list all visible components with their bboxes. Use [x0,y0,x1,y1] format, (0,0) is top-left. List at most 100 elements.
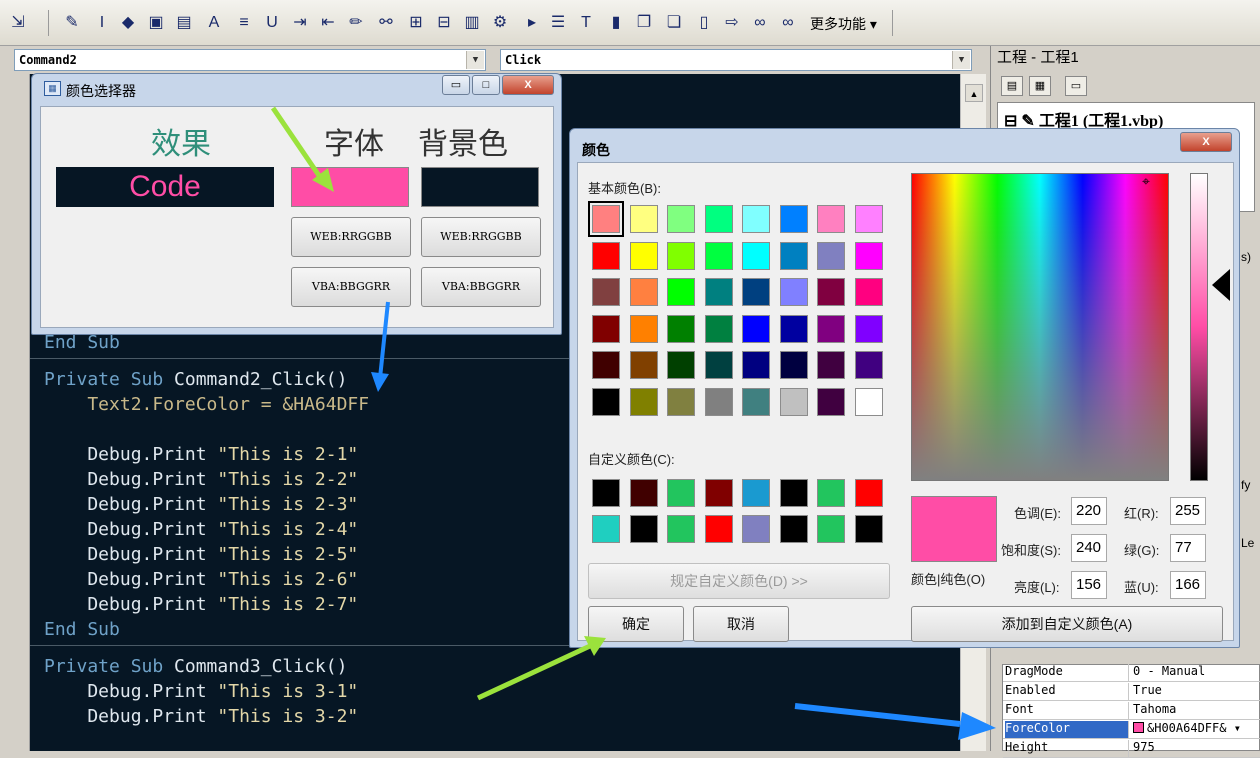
basic-color-cell[interactable] [742,205,770,233]
red-input[interactable]: 255 [1170,497,1206,525]
property-value[interactable]: 975 [1133,740,1259,757]
basic-color-cell[interactable] [817,314,845,343]
toggle-folders-icon[interactable]: ▭ [1065,76,1087,96]
property-row[interactable]: Font Tahoma [1003,701,1260,720]
custom-color-cell[interactable] [592,479,620,507]
basic-color-cell[interactable] [817,351,845,379]
hue-input[interactable]: 220 [1071,497,1107,525]
custom-color-cell[interactable] [667,515,695,543]
indent-icon[interactable]: ⇥ [290,12,310,34]
basic-color-cell[interactable] [704,351,733,379]
chevron-down-icon[interactable]: ▼ [952,51,970,69]
text-size-icon[interactable]: T [576,12,596,34]
binocular-icon[interactable]: ∞ [750,12,770,34]
more-functions-button[interactable]: 更多功能 ▾ [810,14,877,34]
basic-color-cell[interactable] [629,205,658,233]
basic-color-cell[interactable] [629,387,658,416]
binocular2-icon[interactable]: ∞ [778,12,798,34]
font-web-button[interactable]: WEB:RRGGBB [291,217,411,257]
chevron-down-icon[interactable]: ▼ [466,51,484,69]
luminance-slider[interactable] [1190,173,1208,481]
basic-color-cell[interactable] [704,205,733,233]
custom-color-cell[interactable] [667,479,695,507]
scroll-up-icon[interactable]: ▲ [965,84,983,102]
property-value[interactable]: &H00A64DFF& ▾ [1133,721,1259,738]
run-icon[interactable]: ▸ [522,12,542,34]
basic-color-cell[interactable] [667,278,695,306]
basic-color-cell[interactable] [854,387,883,416]
layout-icon[interactable]: ▥ [462,12,482,34]
basic-color-cell[interactable] [817,387,845,416]
luminance-input[interactable]: 156 [1071,571,1107,599]
code-line[interactable]: Debug.Print "This is 2-6" [44,567,358,592]
basic-color-cell[interactable] [779,387,808,416]
page-icon[interactable]: ▯ [694,12,714,34]
basic-color-cell[interactable] [854,205,883,233]
basic-color-cell[interactable] [742,351,770,379]
basic-color-cell[interactable] [854,278,883,306]
list-icon[interactable]: ☰ [548,12,568,34]
code-line[interactable]: Debug.Print "This is 2-7" [44,592,358,617]
view-object-icon[interactable]: ▦ [1029,76,1051,96]
basic-color-cell[interactable] [854,351,883,379]
basic-color-cell[interactable] [704,241,733,270]
table-icon[interactable]: ⊟ [434,12,454,34]
basic-color-cell[interactable] [817,205,845,233]
preview-text-box[interactable]: Code [56,167,274,207]
property-row[interactable]: DragMode 0 - Manual [1003,663,1260,682]
basic-color-cell[interactable] [592,278,620,306]
basic-color-cell[interactable] [742,387,770,416]
chevron-down-icon[interactable]: ▾ [1226,721,1241,735]
basic-color-cell[interactable] [779,278,808,306]
close-button[interactable]: X [1180,132,1232,152]
background-color-swatch[interactable] [421,167,539,207]
slider-pointer-icon[interactable] [1212,269,1230,301]
object-combo[interactable]: Command2 ▼ [14,49,486,71]
basic-color-cell[interactable] [629,241,658,270]
link-icon[interactable]: ⚯ [376,12,396,34]
code-line[interactable]: End Sub [44,617,120,642]
basic-color-cell[interactable] [742,314,770,343]
font-vba-button[interactable]: VBA:BBGGRR [291,267,411,307]
background-web-button[interactable]: WEB:RRGGBB [421,217,541,257]
basic-color-cell[interactable] [667,387,695,416]
custom-color-cell[interactable] [592,515,620,543]
basic-color-cell[interactable] [817,278,845,306]
basic-color-cell[interactable] [667,205,695,233]
basic-color-cell[interactable] [592,387,620,416]
basic-color-cell[interactable] [592,351,620,379]
code-line[interactable]: Debug.Print "This is 2-2" [44,467,358,492]
code-line[interactable]: Debug.Print "This is 3-2" [44,704,358,729]
procedure-combo[interactable]: Click ▼ [500,49,972,71]
export-icon[interactable]: ⇨ [722,12,742,34]
basic-color-cell[interactable] [779,205,808,233]
basic-color-cell[interactable] [592,241,620,270]
custom-color-cell[interactable] [742,479,770,507]
basic-color-cell[interactable] [667,351,695,379]
italic-icon[interactable]: I [92,12,112,34]
view-code-icon[interactable]: ▤ [1001,76,1023,96]
maximize-button[interactable]: □ [472,75,500,95]
basic-color-cell[interactable] [854,241,883,270]
add-to-custom-colors-button[interactable]: 添加到自定义颜色(A) [911,606,1223,642]
property-value[interactable]: True [1133,683,1259,700]
code-line[interactable]: Debug.Print "This is 2-5" [44,542,358,567]
basic-color-cell[interactable] [667,314,695,343]
code-line[interactable]: Debug.Print "This is 3-1" [44,679,358,704]
basic-color-cell[interactable] [854,314,883,343]
underline-icon[interactable]: U [262,12,282,34]
outdent-icon[interactable]: ⇤ [318,12,338,34]
custom-color-cell[interactable] [854,479,883,507]
basic-color-cell[interactable] [779,351,808,379]
custom-color-cell[interactable] [817,515,845,543]
custom-color-cell[interactable] [629,515,658,543]
crosshair-icon[interactable]: ⌖ [1138,174,1154,190]
custom-color-cell[interactable] [742,515,770,543]
code-line[interactable]: Debug.Print "This is 2-4" [44,517,358,542]
code-line[interactable]: Debug.Print "This is 2-1" [44,442,358,467]
basic-color-cell[interactable] [704,314,733,343]
property-row[interactable]: ForeColor &H00A64DFF& ▾ [1003,720,1260,739]
basic-color-cell[interactable] [779,241,808,270]
property-row[interactable]: Height 975 [1003,739,1260,758]
expand-icon[interactable]: ⇲ [8,12,28,34]
